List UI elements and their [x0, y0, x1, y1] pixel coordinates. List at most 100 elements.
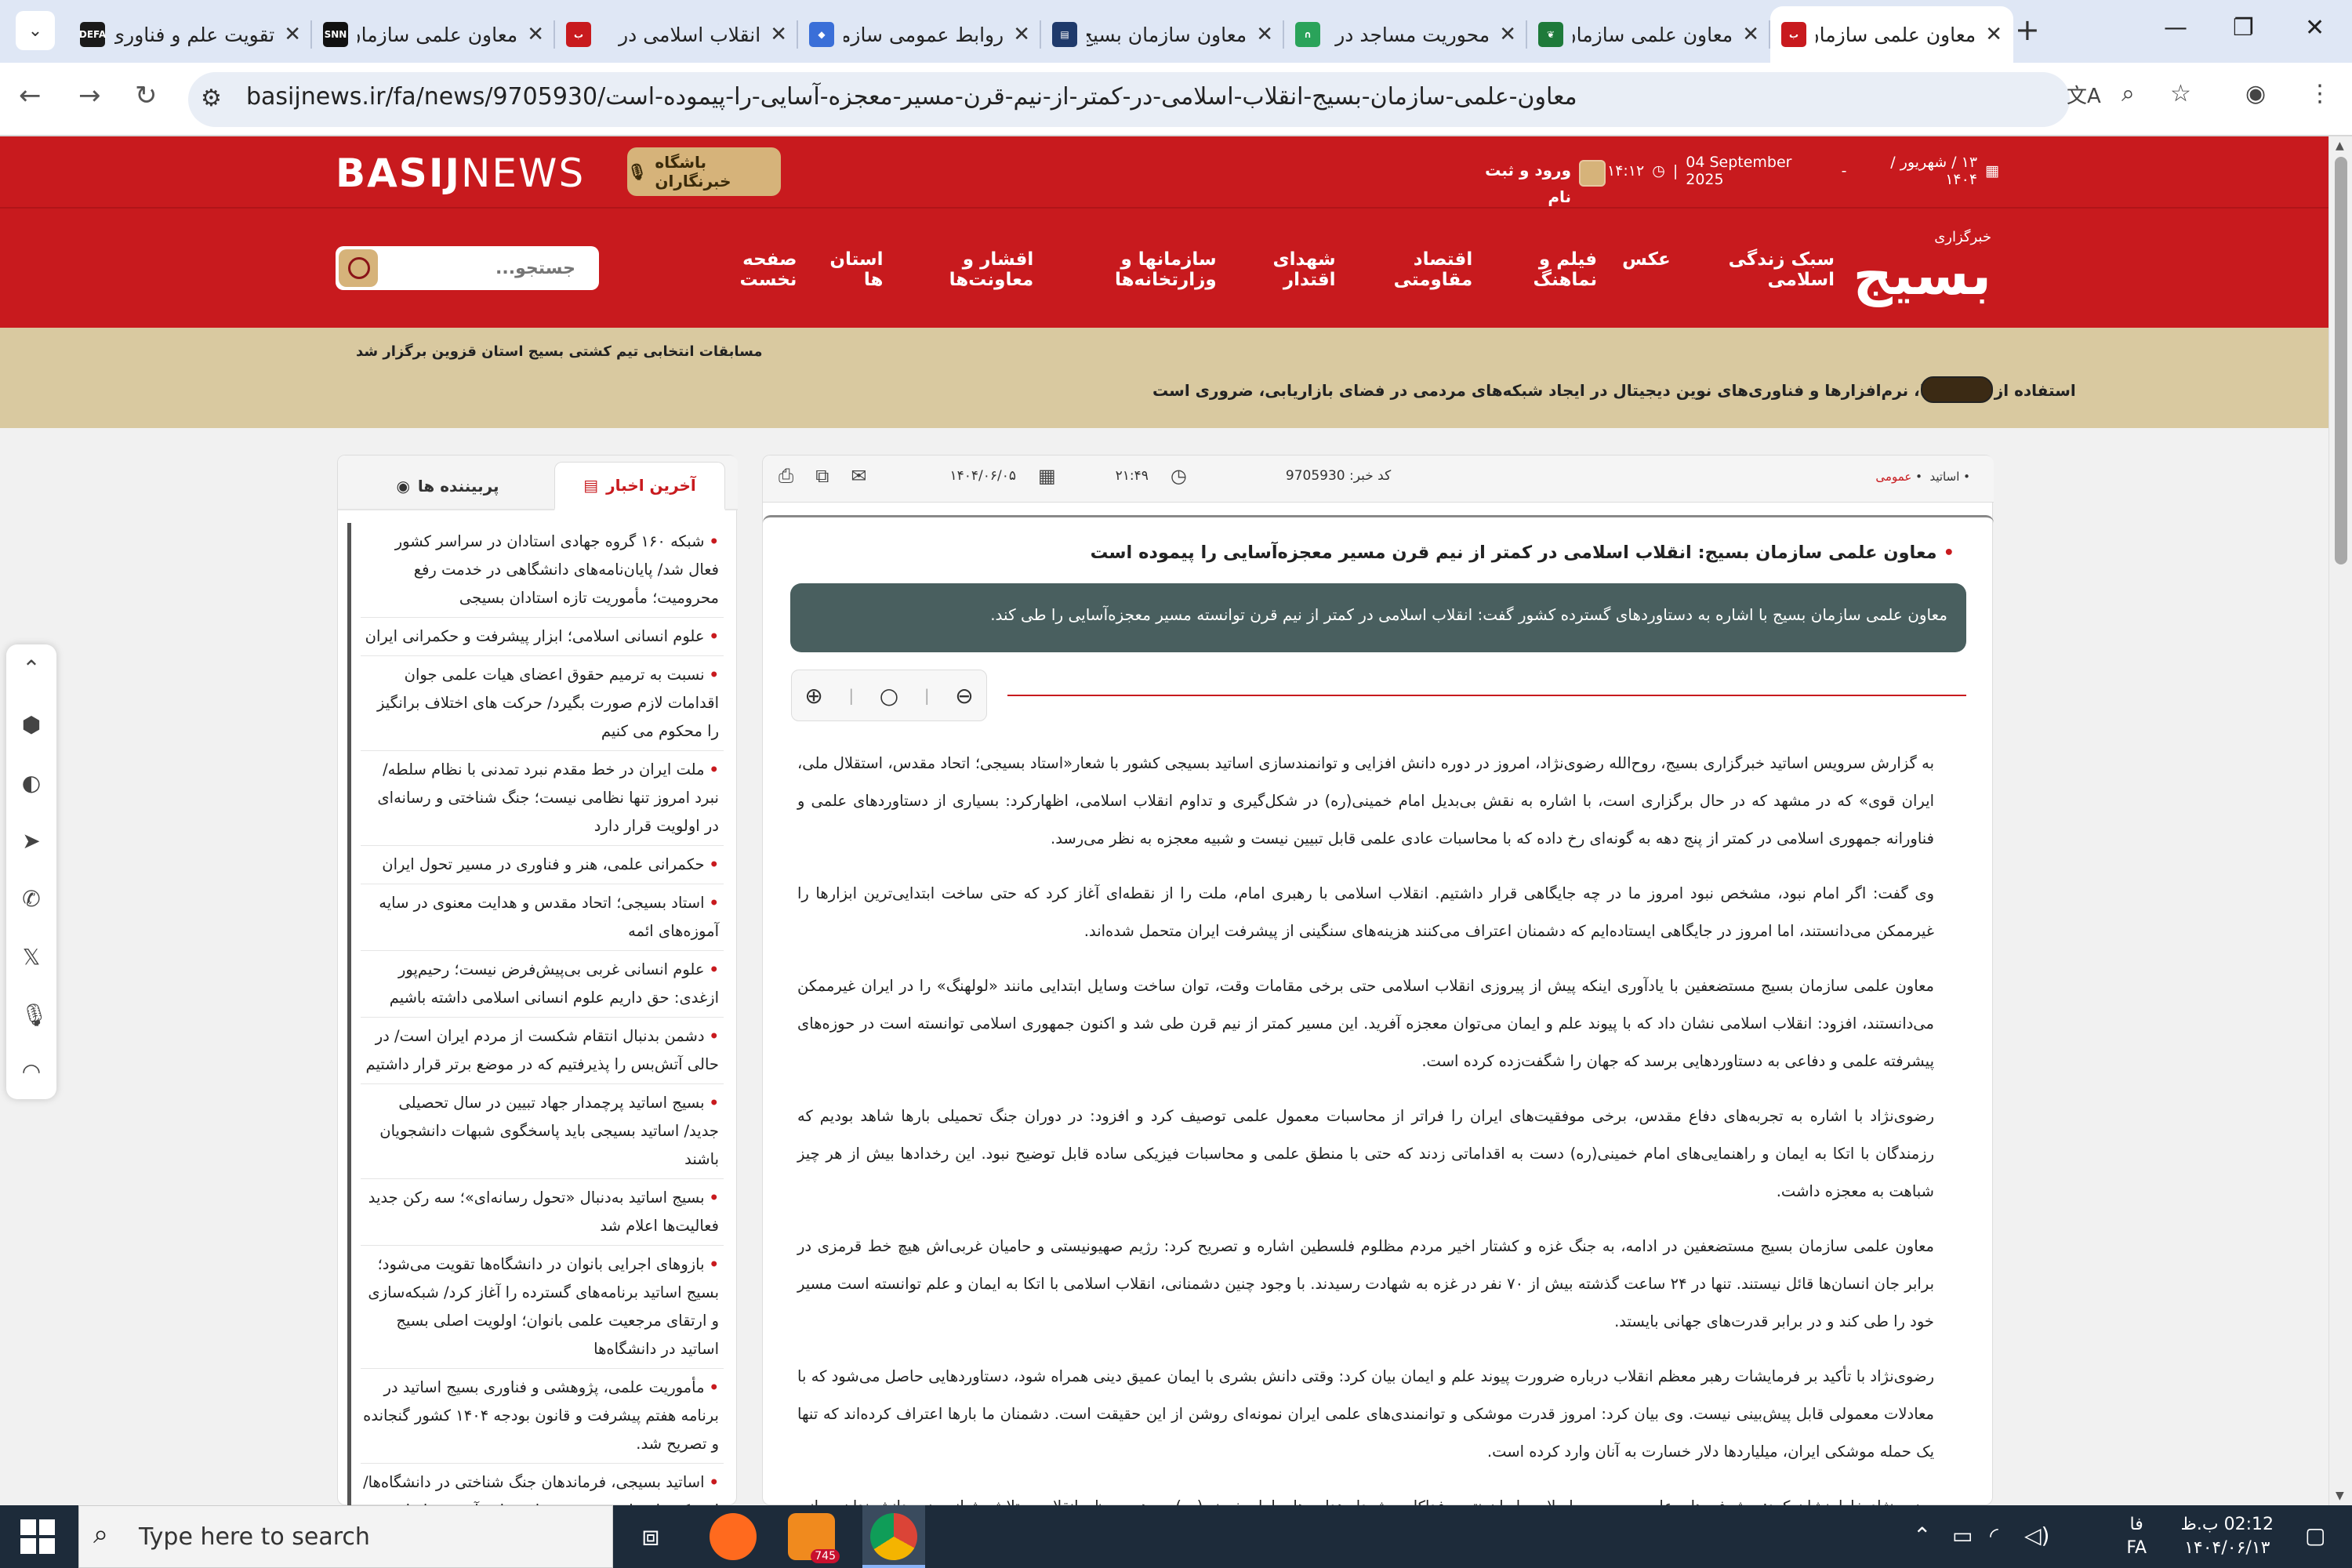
- sidebar-news-item[interactable]: بسیج اساتید به‌دنبال «تحول رسانه‌ای»؛ سه…: [361, 1179, 724, 1246]
- search-input[interactable]: [383, 246, 594, 290]
- basij-agency-logo[interactable]: خبرگزاری بسیج: [1853, 224, 2007, 310]
- wifi-icon[interactable]: ◜: [1990, 1523, 1998, 1548]
- rss-icon[interactable]: ◠: [20, 1058, 42, 1084]
- menu-item[interactable]: شهدای اقتدار: [1242, 249, 1336, 290]
- eitaa-share-icon[interactable]: ⬢: [20, 712, 42, 738]
- windows-start-icon[interactable]: [20, 1519, 55, 1554]
- top-header-bar: BASIJNEWS 🎙 باشگاه خبرنگاران ورود و ثبت ن…: [0, 136, 2328, 207]
- close-tab-icon[interactable]: ✕: [1742, 23, 1759, 46]
- bale-app-icon[interactable]: 745: [788, 1513, 840, 1563]
- back-icon[interactable]: ←: [19, 80, 42, 111]
- whatsapp-share-icon[interactable]: ✆: [20, 886, 42, 912]
- browser-tab[interactable]: ∩ محوریت مساجد در ✕: [1284, 6, 1527, 63]
- sidebar-news-item[interactable]: حکمرانی علمی، هنر و فناوری در مسیر تحول …: [361, 846, 724, 884]
- menu-item[interactable]: سبک زندگی اسلامی: [1696, 249, 1835, 290]
- search-button[interactable]: [339, 249, 378, 287]
- site-info-icon[interactable]: ⚙: [201, 85, 222, 112]
- sidebar-news-item[interactable]: دشمن بدنبال انتقام شکست از مردم ایران اس…: [361, 1018, 724, 1084]
- profile-icon[interactable]: ◉: [2245, 80, 2266, 107]
- reset-zoom-icon[interactable]: ○: [880, 683, 898, 709]
- reporters-club-button[interactable]: 🎙 باشگاه خبرنگاران: [627, 147, 781, 196]
- sidebar-news-item[interactable]: نسبت به ترمیم حقوق اعضای هیات علمی جوان …: [361, 656, 724, 751]
- forward-icon[interactable]: →: [78, 80, 101, 111]
- email-icon[interactable]: ✉: [851, 465, 866, 487]
- close-tab-icon[interactable]: ✕: [284, 23, 301, 46]
- system-clock[interactable]: 02:12 ب.ظ ۱۴۰۴/۰۶/۱۳: [2181, 1513, 2274, 1560]
- article-paragraph: رضوی‌نژاد خاطرنشان کرد: پیشرفت‌های علمی …: [797, 1488, 1934, 1505]
- browser-tab[interactable]: ❦ معاون علمی سازمان ✕: [1527, 6, 1770, 63]
- chrome-taskbar-button[interactable]: [862, 1505, 925, 1568]
- podcast-icon[interactable]: 🎙: [20, 1002, 49, 1028]
- battery-icon[interactable]: ▭: [1952, 1523, 1973, 1548]
- input-language[interactable]: فا FA: [2126, 1513, 2147, 1560]
- browser-tab[interactable]: DEFA تقویت علم و فناوری ✕: [69, 6, 312, 63]
- tray-chevron-icon[interactable]: ⌃: [1913, 1523, 1931, 1548]
- browser-tab[interactable]: ب انقلاب اسلامی در ✕: [555, 6, 798, 63]
- sidebar-news-item[interactable]: استاد بسیجی؛ اتحاد مقدس و هدایت معنوی در…: [361, 884, 724, 951]
- sidebar-news-item[interactable]: علوم انسانی غربی بی‌پیش‌فرض نیست؛ رحیم‌پ…: [361, 951, 724, 1018]
- browser-tab[interactable]: ب معاون علمی سازمان ✕: [1770, 6, 2013, 63]
- task-view-icon[interactable]: ⧈: [627, 1513, 674, 1560]
- tab-title: معاون علمی سازمان: [1816, 23, 1976, 46]
- close-tab-icon[interactable]: ✕: [1013, 23, 1030, 46]
- bookmark-star-icon[interactable]: ☆: [2170, 80, 2191, 107]
- sidebar-news-item[interactable]: ملت ایران در خط مقدم نبرد تمدنی با نظام …: [361, 751, 724, 846]
- menu-kebab-icon[interactable]: ⋮: [2308, 80, 2332, 107]
- basij-news-logo[interactable]: BASIJNEWS: [336, 151, 585, 196]
- url-text[interactable]: basijnews.ir/fa/news/9705930/معاون-علمی-…: [246, 83, 1577, 111]
- close-tab-icon[interactable]: ✕: [527, 23, 544, 46]
- zoom-icon[interactable]: ⌕: [2122, 80, 2135, 107]
- close-tab-icon[interactable]: ✕: [770, 23, 787, 46]
- menu-item[interactable]: صفحه نخست: [706, 249, 797, 290]
- minimize-icon[interactable]: —: [2164, 14, 2187, 42]
- breadcrumb-category[interactable]: عمومی: [1875, 470, 1911, 484]
- menu-item[interactable]: اقتصاد مقاومتی: [1361, 249, 1473, 290]
- ticker-headline-secondary[interactable]: مسابقات انتخابی تیم کشتی بسیج استان قزوی…: [356, 343, 763, 360]
- calendar-icon: ▦: [1985, 162, 1999, 180]
- login-link[interactable]: ورود و ثبت نام: [1477, 157, 1606, 210]
- menu-item[interactable]: فیلم و نماهنگ: [1497, 249, 1598, 290]
- restore-icon[interactable]: ❐: [2233, 14, 2254, 42]
- browser-tab[interactable]: ◆ روابط عمومی سازمان ✕: [798, 6, 1041, 63]
- close-tab-icon[interactable]: ✕: [1985, 23, 2002, 46]
- close-tab-icon[interactable]: ✕: [1499, 23, 1516, 46]
- browser-tab[interactable]: ▤ معاون سازمان بسیج ✕: [1041, 6, 1284, 63]
- address-bar[interactable]: ⚙ basijnews.ir/fa/news/9705930/معاون-علم…: [188, 72, 2070, 127]
- reload-icon[interactable]: ↻: [135, 80, 158, 111]
- close-tab-icon[interactable]: ✕: [1256, 23, 1273, 46]
- notification-badge: 745: [811, 1549, 840, 1563]
- scrollbar-thumb[interactable]: [2335, 157, 2347, 564]
- taskbar-search[interactable]: ⌕ Type here to search: [78, 1505, 613, 1568]
- tab-latest-news[interactable]: آخرین اخبار ▤: [554, 462, 725, 510]
- sidebar-news-item[interactable]: مأموریت علمی، پژوهشی و فناوری بسیج اساتی…: [361, 1369, 724, 1464]
- x-share-icon[interactable]: 𝕏: [20, 944, 42, 970]
- breadcrumb-home[interactable]: اساتید: [1929, 470, 1959, 484]
- print-icon[interactable]: ⎙: [779, 465, 793, 487]
- menu-item[interactable]: استان ها: [822, 249, 883, 290]
- copy-link-icon[interactable]: ⧉: [815, 465, 829, 487]
- sidebar-news-item[interactable]: اساتید بسیجی، فرماندهان جنگ شناختی در دا…: [361, 1464, 724, 1505]
- notifications-icon[interactable]: ▢: [2305, 1523, 2325, 1548]
- sidebar-news-item[interactable]: شبکه ۱۶۰ گروه جهادی استادان در سراسر کشو…: [361, 523, 724, 618]
- zoom-out-icon[interactable]: ⊖: [955, 683, 973, 709]
- scroll-up-chevron-icon[interactable]: ⌃: [20, 655, 42, 681]
- menu-item[interactable]: اقشار و معاونت‌ها: [909, 249, 1034, 290]
- sidebar-news-item[interactable]: علوم انسانی اسلامی؛ ابزار پیشرفت و حکمرا…: [361, 618, 724, 656]
- sidebar-news-item[interactable]: بسیج اساتید پرچمدار جهاد تبیین در سال تح…: [361, 1084, 724, 1179]
- sidebar-news-item[interactable]: بازوهای اجرایی بانوان در دانشگاه‌ها تقوی…: [361, 1246, 724, 1369]
- translate-icon[interactable]: 文A: [2067, 80, 2101, 109]
- volume-icon[interactable]: ◁): [2024, 1523, 2049, 1548]
- zoom-in-icon[interactable]: ⊕: [804, 683, 822, 709]
- firefox-icon[interactable]: [710, 1513, 757, 1560]
- telegram-share-icon[interactable]: ➤: [20, 828, 42, 854]
- bale-share-icon[interactable]: ◐: [20, 770, 42, 796]
- chrome-icon: [870, 1513, 917, 1560]
- page-scrollbar[interactable]: ▲ ▼: [2328, 136, 2352, 1505]
- tab-search-chevron-icon[interactable]: ⌄: [16, 11, 55, 50]
- menu-item[interactable]: سازمانها و وزارتخانه‌ها: [1058, 249, 1217, 290]
- new-tab-button[interactable]: +: [2015, 13, 2040, 47]
- tab-most-viewed[interactable]: پربیننده ها ◉: [361, 462, 534, 510]
- menu-item[interactable]: عکس: [1622, 249, 1671, 290]
- browser-tab[interactable]: SNN معاون علمی سازمان ✕: [312, 6, 555, 63]
- close-window-icon[interactable]: ✕: [2305, 14, 2325, 42]
